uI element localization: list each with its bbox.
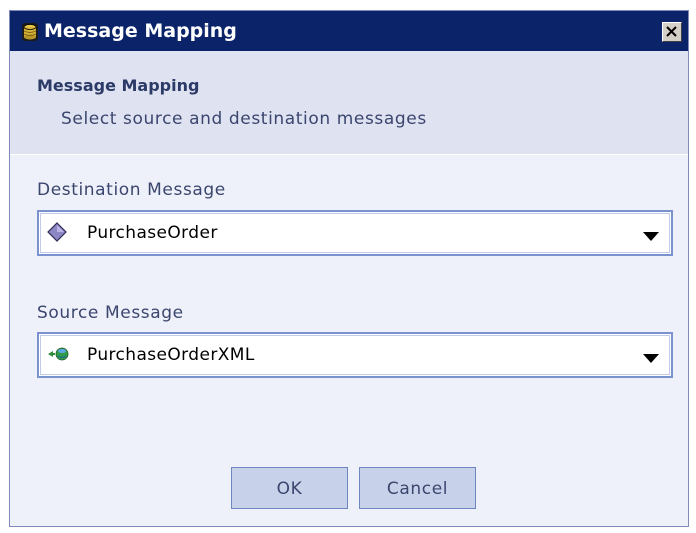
cancel-button[interactable]: Cancel xyxy=(359,467,476,509)
message-mapping-dialog: Message Mapping Message Mapping Select s… xyxy=(9,10,689,527)
header-subtitle: Select source and destination messages xyxy=(61,109,427,129)
wizard-header: Message Mapping Select source and destin… xyxy=(10,51,688,155)
source-message-select[interactable]: PurchaseOrderXML xyxy=(37,332,673,378)
close-button[interactable] xyxy=(662,22,682,42)
chevron-down-icon[interactable] xyxy=(641,227,661,241)
header-title: Message Mapping xyxy=(37,76,200,95)
destination-message-select[interactable]: PurchaseOrder xyxy=(37,210,673,256)
diamond-schema-icon xyxy=(47,222,67,242)
window-title: Message Mapping xyxy=(44,20,237,42)
xml-message-icon xyxy=(47,344,69,364)
destination-message-label: Destination Message xyxy=(37,180,226,200)
source-message-value: PurchaseOrderXML xyxy=(87,345,255,365)
source-message-label: Source Message xyxy=(37,303,184,323)
ok-button[interactable]: OK xyxy=(231,467,348,509)
destination-message-value: PurchaseOrder xyxy=(87,223,218,243)
title-bar[interactable]: Message Mapping xyxy=(10,11,688,51)
chevron-down-icon[interactable] xyxy=(641,349,661,363)
database-icon xyxy=(21,22,39,42)
